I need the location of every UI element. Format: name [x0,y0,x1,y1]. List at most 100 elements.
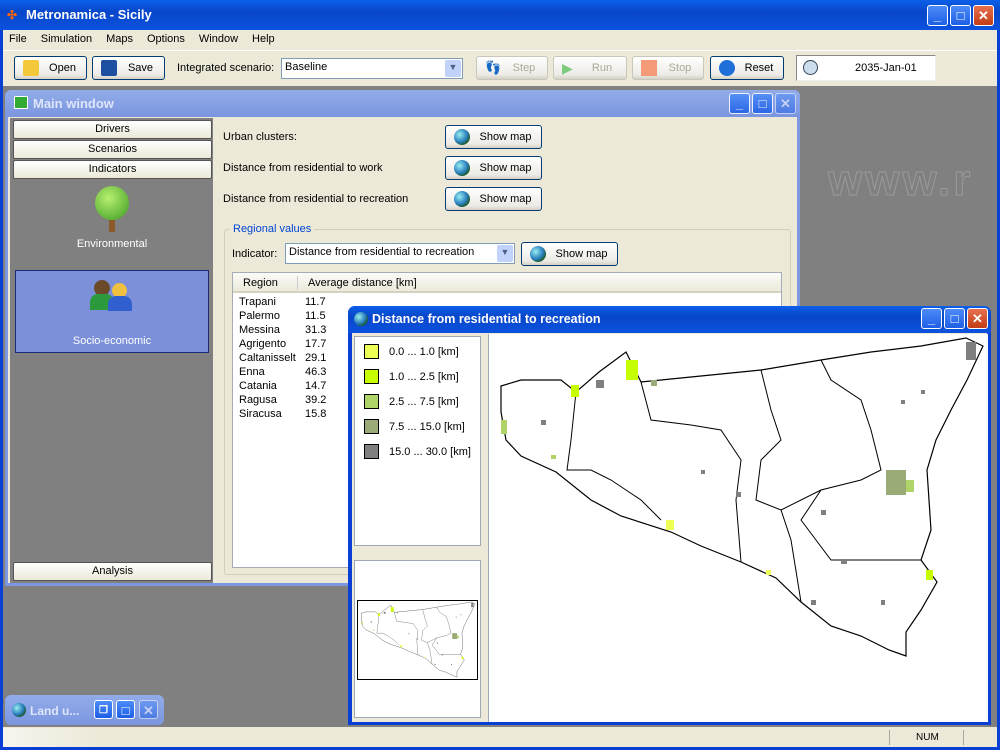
nav-item-environmental[interactable]: Environmental [15,184,209,264]
distance-cell: 39.2 [305,394,327,406]
menu-window[interactable]: Window [199,33,238,45]
play-icon: ▶ [562,60,573,76]
residential-recreation-label: Distance from residential to recreation [223,193,409,205]
environmental-label: Environmental [76,238,148,250]
main-close-button[interactable]: ✕ [775,93,796,114]
region-cell: Siracusa [239,408,282,420]
restore-button[interactable]: ❐ [94,700,113,719]
menu-help[interactable]: Help [252,33,275,45]
close-button[interactable]: ✕ [139,700,158,719]
globe-icon [454,129,470,145]
show-map-regional-button[interactable]: Show map [521,242,618,266]
tree-trunk [109,220,115,232]
map-canvas[interactable] [488,334,988,722]
people-icon [90,280,134,312]
legend-item: 0.0 ... 1.0 [km] [364,344,459,359]
table-header: Region Average distance [km] [233,273,781,293]
nav-drivers[interactable]: Drivers [13,120,212,139]
chevron-down-icon: ▼ [497,245,513,262]
save-button[interactable]: Save [92,56,165,80]
legend-label: 15.0 ... 30.0 [km] [389,445,471,458]
menu-simulation[interactable]: Simulation [41,33,92,45]
globe-icon [454,191,470,207]
nav-item-socio-economic[interactable]: Socio-economic [15,270,209,353]
legend-item: 15.0 ... 30.0 [km] [364,444,471,459]
maximize-button[interactable]: □ [116,700,135,719]
overview-viewport[interactable] [357,600,478,680]
indicator-value: Distance from residential to recreation [289,246,475,258]
show-map-urban-clusters-button[interactable]: Show map [445,125,542,149]
menu-maps[interactable]: Maps [106,33,133,45]
run-button[interactable]: ▶ Run [553,56,627,80]
app-title-bar: ✣ Metronamica - Sicily _ □ ✕ [0,0,1000,30]
date-display: 2035-Jan-01 [796,55,936,81]
region-cell: Trapani [239,296,276,308]
legend-label: 2.5 ... 7.5 [km] [389,395,459,408]
reset-button[interactable]: Reset [710,56,784,80]
legend-swatch [364,444,379,459]
distance-cell: 46.3 [305,366,327,378]
floppy-icon [101,60,117,76]
minimize-button[interactable]: _ [927,5,948,26]
main-minimize-button[interactable]: _ [729,93,750,114]
legend-item: 1.0 ... 2.5 [km] [364,369,459,384]
legend-label: 0.0 ... 1.0 [km] [389,345,459,358]
watermark: www.r [827,156,974,206]
chevron-down-icon: ▼ [445,60,461,77]
globe-icon [454,160,470,176]
nav-indicators[interactable]: Indicators [13,160,212,179]
reset-icon [719,60,735,76]
stop-button[interactable]: Stop [632,56,704,80]
map-close-button[interactable]: ✕ [967,308,988,329]
column-divider[interactable] [297,276,298,290]
residential-work-label: Distance from residential to work [223,162,383,174]
column-header-region[interactable]: Region [243,277,278,289]
main-maximize-button[interactable]: □ [752,93,773,114]
step-button[interactable]: 👣 Step [476,56,548,80]
nav-scenarios[interactable]: Scenarios [13,140,212,159]
map-minimize-button[interactable]: _ [921,308,942,329]
indicator-select[interactable]: Distance from residential to recreation ▼ [285,243,515,264]
date-value: 2035-Jan-01 [855,62,917,74]
app-title: Metronamica - Sicily [26,7,152,22]
menu-file[interactable]: File [9,33,27,45]
land-use-title: Land u... [30,704,80,718]
distance-cell: 17.7 [305,338,327,350]
main-window-title-bar: Main window _ □ ✕ [5,90,800,117]
open-button[interactable]: Open [14,56,87,80]
map-maximize-button[interactable]: □ [944,308,965,329]
legend-swatch [364,344,379,359]
menu-bar: File Simulation Maps Options Window Help [9,33,289,45]
legend-item: 2.5 ... 7.5 [km] [364,394,459,409]
map-legend: 0.0 ... 1.0 [km] 1.0 ... 2.5 [km] 2.5 ... … [354,336,481,546]
status-bar: NUM [3,728,997,747]
region-cell: Caltanisselt [239,352,296,364]
menu-options[interactable]: Options [147,33,185,45]
region-cell: Palermo [239,310,280,322]
distance-cell: 31.3 [305,324,327,336]
maximize-button[interactable]: □ [950,5,971,26]
map-window-title-bar: Distance from residential to recreation … [348,306,991,333]
stop-icon [641,60,657,76]
socio-economic-label: Socio-economic [72,335,152,347]
region-cell: Ragusa [239,394,277,406]
distance-cell: 11.5 [305,310,326,322]
legend-swatch [364,369,379,384]
map-window-title: Distance from residential to recreation [372,312,601,326]
footsteps-icon: 👣 [485,60,502,75]
map-window: Distance from residential to recreation … [348,306,991,725]
legend-item: 7.5 ... 15.0 [km] [364,419,465,434]
nav-analysis[interactable]: Analysis [13,562,212,581]
toolbar-divider [3,50,997,51]
indicator-label: Indicator: [232,248,278,260]
distance-cell: 15.8 [305,408,327,420]
show-map-recreation-button[interactable]: Show map [445,187,542,211]
scenario-label: Integrated scenario: [177,62,275,74]
scenario-select[interactable]: Baseline ▼ [281,58,463,79]
distance-cell: 29.1 [305,352,327,364]
land-use-minimized-window[interactable]: Land u... ❐ □ ✕ [5,695,164,725]
overview-map [361,601,476,678]
column-header-distance[interactable]: Average distance [km] [308,277,417,289]
close-button[interactable]: ✕ [973,5,994,26]
show-map-work-button[interactable]: Show map [445,156,542,180]
